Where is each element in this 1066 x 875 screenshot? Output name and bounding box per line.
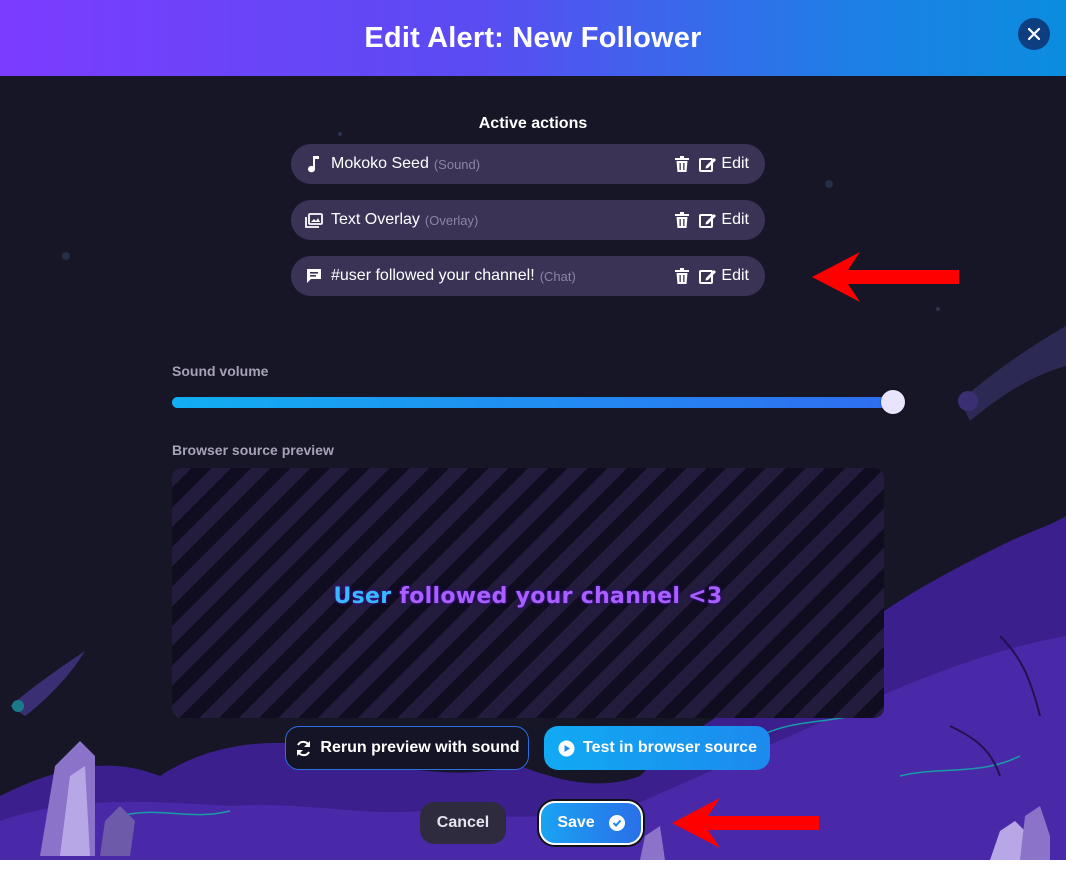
edit-action-button[interactable]: Edit (699, 267, 749, 285)
delete-action-button[interactable] (673, 155, 691, 173)
annotation-arrow (812, 252, 959, 302)
edit-alert-modal: Edit Alert: New Follower Active actions … (0, 0, 1066, 860)
trash-icon (675, 156, 690, 172)
rerun-preview-label: Rerun preview with sound (320, 739, 520, 756)
close-button[interactable] (1018, 18, 1050, 50)
edit-action-button[interactable]: Edit (699, 155, 749, 173)
close-icon (1027, 27, 1041, 41)
sound-volume-label: Sound volume (172, 363, 269, 379)
edit-icon (699, 157, 717, 172)
test-browser-source-button[interactable]: Test in browser source (544, 726, 770, 770)
edit-action-button[interactable]: Edit (699, 211, 749, 229)
action-row-sound: Mokoko Seed (Sound) Edit (291, 144, 765, 184)
edit-icon (699, 269, 717, 284)
save-label: Save (557, 814, 595, 831)
action-name: Text Overlay (331, 211, 420, 228)
music-note-icon (305, 155, 323, 173)
image-stack-icon (305, 211, 323, 229)
trash-icon (675, 268, 690, 284)
preview-message: followed your channel <3 (391, 584, 723, 609)
action-type: (Sound) (433, 156, 481, 172)
edit-label: Edit (721, 267, 749, 284)
delete-action-button[interactable] (673, 267, 691, 285)
chat-bubble-icon (305, 267, 323, 285)
volume-slider-thumb[interactable] (881, 390, 905, 414)
trash-icon (675, 212, 690, 228)
rerun-preview-button[interactable]: Rerun preview with sound (285, 726, 529, 770)
edit-icon (699, 213, 717, 228)
modal-title: Edit Alert: New Follower (364, 21, 702, 54)
annotation-arrow (672, 798, 819, 848)
preview-alert-text: User followed your channel <3 (172, 584, 884, 609)
save-button[interactable]: Save (539, 801, 643, 845)
check-circle-icon (608, 815, 625, 831)
preview-label: Browser source preview (172, 442, 334, 458)
modal-header: Edit Alert: New Follower (0, 0, 1066, 76)
edit-label: Edit (721, 211, 749, 228)
action-row-overlay: Text Overlay (Overlay) Edit (291, 200, 765, 240)
action-name: Mokoko Seed (331, 155, 429, 172)
refresh-icon (294, 739, 312, 757)
test-browser-source-label: Test in browser source (583, 739, 757, 756)
action-type: (Chat) (539, 268, 576, 284)
volume-slider-track[interactable] (172, 397, 894, 408)
cancel-button[interactable]: Cancel (420, 802, 506, 844)
edit-label: Edit (721, 155, 749, 172)
action-row-chat: #user followed your channel! (Chat) Edit (291, 256, 765, 296)
active-actions-title: Active actions (478, 115, 588, 132)
browser-source-preview: User followed your channel <3 (172, 468, 884, 718)
action-type: (Overlay) (424, 212, 479, 228)
play-circle-icon (557, 739, 575, 757)
action-name: #user followed your channel! (331, 267, 535, 284)
preview-username: User (333, 584, 392, 609)
cancel-label: Cancel (436, 814, 490, 831)
delete-action-button[interactable] (673, 211, 691, 229)
